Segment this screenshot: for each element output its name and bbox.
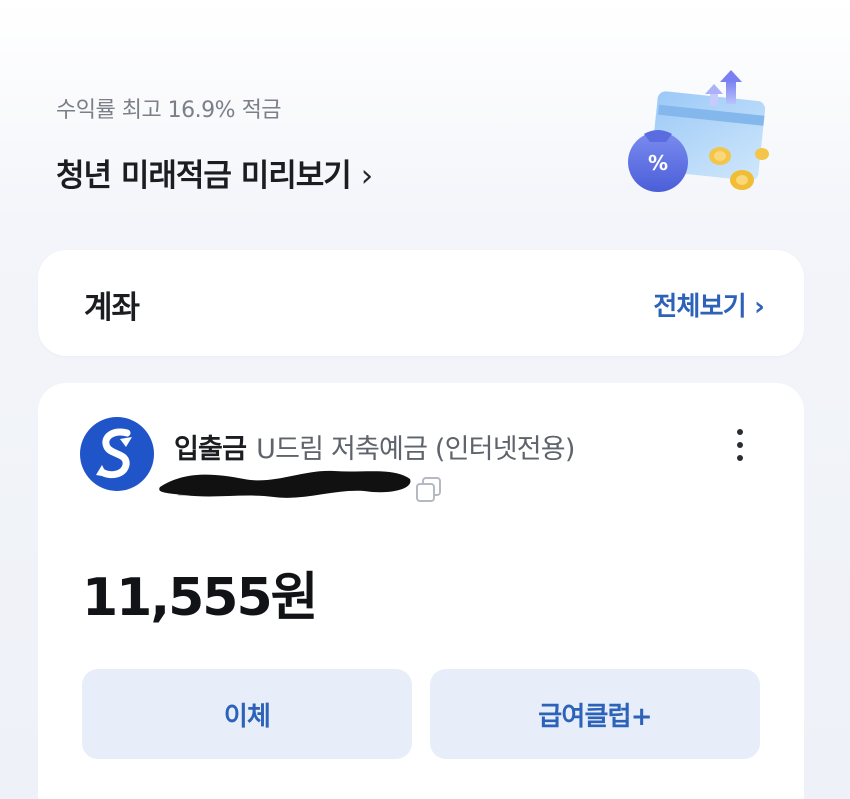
promo-title-link[interactable]: 청년 미래적금 미리보기 › [56,150,373,195]
page: 수익률 최고 16.9% 적금 청년 미래적금 미리보기 › % 계좌 전체보기… [0,0,850,799]
copy-icon[interactable] [414,475,444,505]
account-card[interactable]: 입출금U드림 저축예금 (인터넷전용) 신한 11,555원 이체 급여클럽+ [38,383,804,799]
promo-banner[interactable]: 수익률 최고 16.9% 적금 청년 미래적금 미리보기 › % [56,70,816,226]
promo-title-text: 청년 미래적금 미리보기 [56,158,352,194]
chevron-right-icon: › [360,158,373,194]
redaction-scribble [159,470,411,498]
transfer-button[interactable]: 이체 [82,669,412,759]
salary-club-button[interactable]: 급여클럽+ [430,669,760,759]
account-balance: 11,555원 [82,568,319,628]
accounts-title: 계좌 [84,290,140,326]
svg-text:%: % [648,151,668,175]
savings-illustration-icon: % [628,70,769,192]
view-all-link[interactable]: 전체보기 › [653,286,764,323]
more-options-icon[interactable] [728,425,752,465]
shinhan-bank-logo-icon [80,417,154,491]
accounts-header-card: 계좌 전체보기 › [38,250,804,356]
promo-subtitle: 수익률 최고 16.9% 적금 [56,98,282,123]
